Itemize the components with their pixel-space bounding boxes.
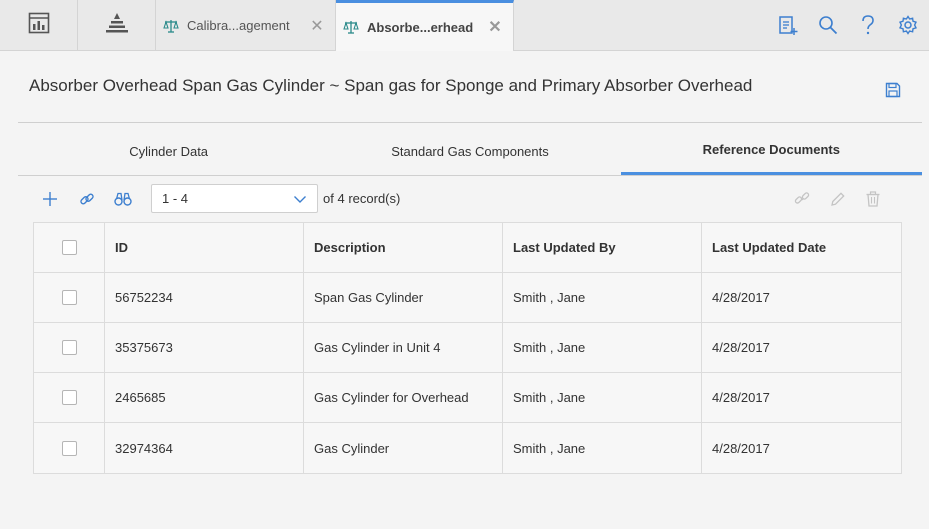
updated-date-cell: 4/28/2017 xyxy=(712,290,770,305)
scale-icon xyxy=(163,18,179,34)
tab-label: Absorbe...erhead xyxy=(367,19,474,35)
tab-cylinder-data[interactable]: Cylinder Data xyxy=(18,127,319,175)
description-cell: Gas Cylinder in Unit 4 xyxy=(304,323,503,372)
grid-toolbar: 1 - 4 of 4 record(s) xyxy=(33,184,902,214)
help-icon[interactable] xyxy=(857,12,879,38)
description-cell: Gas Cylinder for Overhead xyxy=(304,373,503,422)
scale-icon xyxy=(343,19,359,35)
dashboard-button[interactable] xyxy=(0,0,78,50)
updated-by-cell: Smith , Jane xyxy=(503,323,702,372)
row-select-cell xyxy=(34,323,105,372)
table-header-row: ID Description Last Updated By Last Upda… xyxy=(34,223,901,273)
description-cell: Span Gas Cylinder xyxy=(304,273,503,322)
row-checkbox[interactable] xyxy=(62,290,77,305)
chevron-down-icon xyxy=(293,192,307,209)
updated-by-cell: Smith , Jane xyxy=(503,373,702,422)
divider xyxy=(18,122,922,123)
page-title: Absorber Overhead Span Gas Cylinder ~ Sp… xyxy=(29,76,753,95)
row-checkbox[interactable] xyxy=(62,390,77,405)
row-select-cell xyxy=(34,373,105,422)
tab-calibration-management[interactable]: Calibra...agement ✕ xyxy=(156,0,336,51)
record-total: 4 xyxy=(337,191,345,206)
settings-icon[interactable] xyxy=(897,12,919,38)
select-all-cell xyxy=(34,223,105,272)
tab-standard-gas-components[interactable]: Standard Gas Components xyxy=(319,127,620,175)
record-count: of 4 record(s) xyxy=(323,191,400,206)
row-checkbox[interactable] xyxy=(62,340,77,355)
unlink-icon[interactable] xyxy=(791,188,813,210)
hierarchy-icon xyxy=(105,12,129,39)
search-icon[interactable] xyxy=(817,12,839,38)
tab-reference-documents[interactable]: Reference Documents xyxy=(620,127,922,175)
column-header-id[interactable]: ID xyxy=(105,223,304,272)
top-bar: Calibra...agement ✕ Absorbe...erhead ✕ xyxy=(0,0,929,51)
records-label: record(s) xyxy=(348,191,401,206)
reference-documents-table: ID Description Last Updated By Last Upda… xyxy=(33,222,902,474)
id-cell: 56752234 xyxy=(105,273,304,322)
table-row[interactable]: 35375673 Gas Cylinder in Unit 4 Smith , … xyxy=(34,323,901,373)
table-row[interactable]: 32974364 Gas Cylinder Smith , Jane 4/28/… xyxy=(34,423,901,473)
dashboard-icon xyxy=(28,12,50,39)
delete-icon[interactable] xyxy=(862,188,884,210)
id-cell: 35375673 xyxy=(105,323,304,372)
of-label: of xyxy=(323,191,334,206)
id-cell: 32974364 xyxy=(105,423,304,473)
section-tabs: Cylinder Data Standard Gas Components Re… xyxy=(18,127,922,175)
tab-absorber-overhead[interactable]: Absorbe...erhead ✕ xyxy=(336,0,514,51)
table-row[interactable]: 56752234 Span Gas Cylinder Smith , Jane … xyxy=(34,273,901,323)
page-range-value: 1 - 4 xyxy=(162,191,189,206)
updated-by-cell: Smith , Jane xyxy=(503,423,702,473)
hierarchy-button[interactable] xyxy=(78,0,156,50)
id-cell: 2465685 xyxy=(105,373,304,422)
page-range-select[interactable]: 1 - 4 xyxy=(151,184,318,213)
close-icon[interactable]: ✕ xyxy=(487,17,503,37)
tab-label: Calibra...agement xyxy=(187,18,290,33)
row-select-cell xyxy=(34,273,105,322)
table-row[interactable]: 2465685 Gas Cylinder for Overhead Smith … xyxy=(34,373,901,423)
binoculars-icon[interactable] xyxy=(112,188,134,210)
description-cell: Gas Cylinder xyxy=(304,423,503,473)
column-header-last-updated-date[interactable]: Last Updated Date xyxy=(702,223,901,272)
updated-date-cell: 4/28/2017 xyxy=(712,390,770,405)
column-header-last-updated-by[interactable]: Last Updated By xyxy=(503,223,702,272)
link-icon[interactable] xyxy=(76,188,98,210)
divider xyxy=(18,175,922,176)
updated-by-cell: Smith , Jane xyxy=(503,273,702,322)
updated-date-cell: 4/28/2017 xyxy=(712,340,770,355)
select-all-checkbox[interactable] xyxy=(62,240,77,255)
updated-date-cell: 4/28/2017 xyxy=(712,440,770,456)
row-select-cell xyxy=(34,423,105,473)
edit-icon[interactable] xyxy=(827,188,849,210)
save-icon[interactable] xyxy=(885,82,901,103)
new-document-icon[interactable] xyxy=(777,12,799,38)
close-icon[interactable]: ✕ xyxy=(309,16,325,36)
row-checkbox[interactable] xyxy=(62,440,77,456)
column-header-description[interactable]: Description xyxy=(304,223,503,272)
add-icon[interactable] xyxy=(39,188,61,210)
